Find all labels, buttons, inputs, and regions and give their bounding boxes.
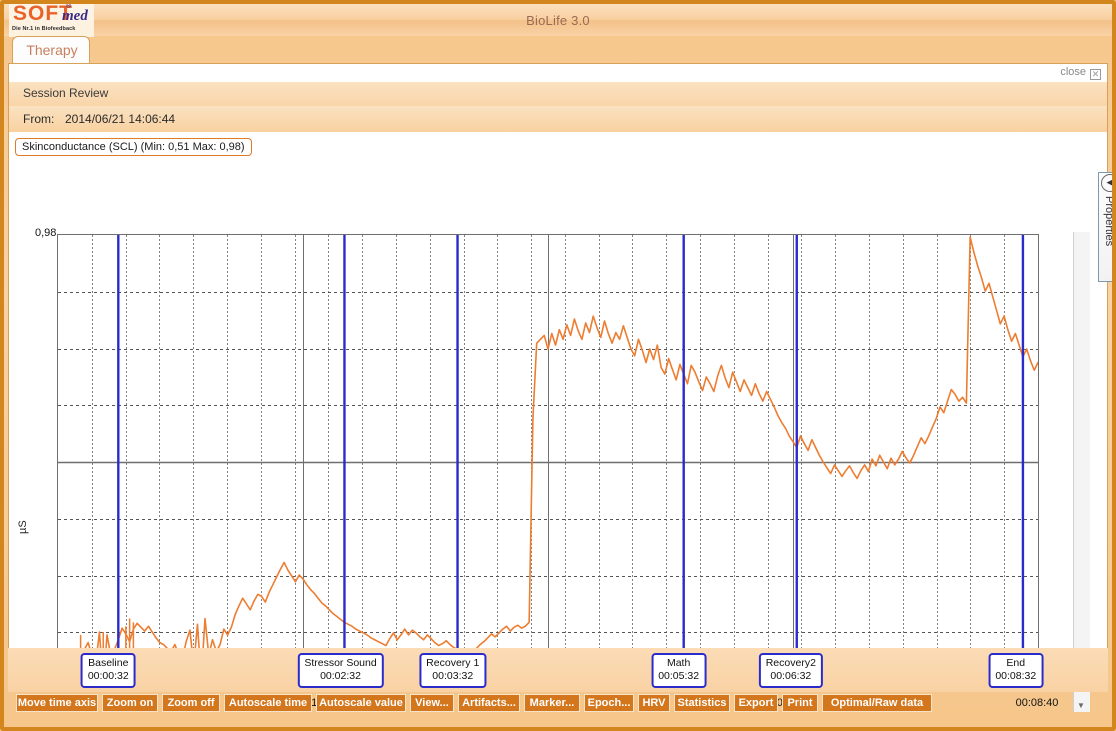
tab-therapy[interactable]: Therapy <box>12 36 90 64</box>
plot-vertical-scrollbar[interactable] <box>1073 232 1090 712</box>
marker-callout[interactable]: Recovery2 00:06:32 <box>758 653 823 688</box>
close-icon: ✕ <box>1090 69 1101 80</box>
marker-callout[interactable]: End 00:08:32 <box>988 653 1044 688</box>
toolbar-button-autoscale-time[interactable]: Autoscale time <box>224 694 312 712</box>
menu-item-session[interactable]: Session <box>23 86 66 100</box>
toolbar-button-marker[interactable]: Marker... <box>524 694 580 712</box>
marker-time: 00:00:32 <box>87 670 129 682</box>
plot-wrapper: µS 0,98 0,51 ▼ 00:00:0000:02:1000:04:200… <box>9 152 1107 712</box>
y-axis-title: µS <box>17 520 29 534</box>
application-window: SOFT ® med Die Nr.1 in Biofeedback BioLi… <box>0 0 1116 731</box>
close-bar: close ✕ <box>9 64 1107 82</box>
marker-callout[interactable]: Math 00:05:32 <box>651 653 707 688</box>
marker-name: Stressor Sound <box>304 657 377 669</box>
toolbar-button-epoch[interactable]: Epoch... <box>584 694 634 712</box>
marker-callout[interactable]: Baseline 00:00:32 <box>80 653 136 688</box>
chevron-left-icon[interactable]: ◀ <box>1101 174 1116 192</box>
signal-plot-svg <box>58 235 1038 689</box>
menu-item-review[interactable]: Review <box>69 86 108 100</box>
close-button[interactable]: close ✕ <box>1060 66 1101 80</box>
chart-title: Skinconductance (SCL) (Min: 0,51 Max: 0,… <box>15 138 252 156</box>
toolbar-button-print[interactable]: Print <box>782 694 818 712</box>
marker-name: Baseline <box>88 657 129 669</box>
properties-panel-label: Properties <box>1103 196 1115 247</box>
menu-bar: Session Review <box>9 82 1107 106</box>
toolbar-button-move-time-axis[interactable]: Move time axis <box>16 694 98 712</box>
marker-time: 00:02:32 <box>320 670 361 682</box>
from-label: From: <box>23 112 55 126</box>
marker-time: 00:03:32 <box>432 670 474 682</box>
marker-name: Math <box>666 657 691 669</box>
y-axis-tick-max: 0,98 <box>35 227 57 239</box>
toolbar-button-optimal-raw-data[interactable]: Optimal/Raw data <box>822 694 932 712</box>
marker-callout[interactable]: Stressor Sound 00:02:32 <box>297 653 384 688</box>
window-title: BioLife 3.0 <box>526 13 590 28</box>
signal-plot[interactable] <box>57 234 1039 690</box>
close-button-label: close <box>1060 66 1086 78</box>
toolbar-button-export[interactable]: Export <box>734 694 778 712</box>
toolbar-button-autoscale-value[interactable]: Autoscale value <box>316 694 406 712</box>
toolbar-button-statistics[interactable]: Statistics <box>674 694 730 712</box>
toolbar-button-view[interactable]: View... <box>410 694 454 712</box>
marker-name: End <box>1006 657 1026 669</box>
marker-time: 00:08:32 <box>995 670 1037 682</box>
session-from-bar: From: 2014/06/21 14:06:44 <box>9 106 1107 132</box>
marker-callout[interactable]: Recovery 1 00:03:32 <box>419 653 487 688</box>
toolbar-button-artifacts[interactable]: Artifacts... <box>458 694 520 712</box>
bottom-toolbar: Move time axis Zoom on Zoom off Autoscale t… <box>8 694 1108 714</box>
content-panel: close ✕ Session Review From: 2014/06/21 1… <box>8 63 1116 712</box>
toolbar-button-zoom-on[interactable]: Zoom on <box>102 694 158 712</box>
marker-time: 00:06:32 <box>770 670 812 682</box>
marker-name: Recovery2 <box>765 657 816 669</box>
tab-therapy-label: Therapy <box>26 42 78 58</box>
toolbar-button-hrv[interactable]: HRV <box>638 694 670 712</box>
title-bar: SOFT ® med Die Nr.1 in Biofeedback BioLi… <box>4 4 1112 37</box>
from-value: 2014/06/21 14:06:44 <box>65 112 176 126</box>
marker-band: Baseline 00:00:32 Stressor Sound 00:02:32 Re… <box>8 648 1108 692</box>
marker-name: Recovery 1 <box>426 657 480 669</box>
toolbar-button-zoom-off[interactable]: Zoom off <box>162 694 220 712</box>
tab-strip: Therapy <box>4 36 1112 64</box>
marker-time: 00:05:32 <box>658 670 700 682</box>
